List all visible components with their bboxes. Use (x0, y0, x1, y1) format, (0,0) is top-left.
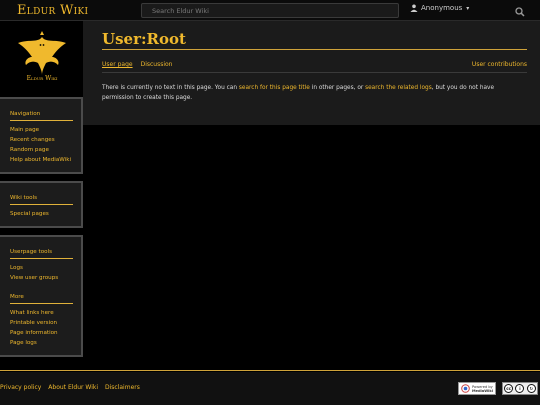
tab-discussion[interactable]: Discussion (141, 61, 173, 68)
cc-icon: cc (504, 384, 514, 393)
search-icon[interactable] (514, 6, 526, 18)
search-box (141, 3, 525, 18)
mw-badge-line2: MediaWiki (471, 388, 494, 393)
more-heading: More (10, 294, 73, 304)
sidebar-item-special-pages[interactable]: Special pages (10, 211, 49, 217)
sidebar-item-printable-version[interactable]: Printable version (10, 320, 57, 326)
mw-badge-line1: Powered by (471, 384, 493, 389)
tab-user-contributions[interactable]: User contributions (472, 61, 527, 68)
user-name: Anonymous (421, 4, 463, 12)
sidebar-item-page-logs[interactable]: Page logs (10, 340, 37, 346)
title-divider (102, 49, 527, 50)
sidebar-item-view-user-groups[interactable]: View user groups (10, 275, 58, 281)
cc-by-icon: i (515, 384, 525, 393)
tabs-divider (102, 72, 527, 73)
site-logo[interactable]: Eldur Wiki (14, 31, 70, 83)
sidebar-item-page-information[interactable]: Page information (10, 330, 58, 336)
user-icon (410, 4, 418, 12)
search-input[interactable] (142, 4, 376, 17)
sidebar-item-main-page[interactable]: Main page (10, 127, 39, 133)
sidebar-item-logs[interactable]: Logs (10, 265, 23, 271)
tab-user-page[interactable]: User page (102, 61, 133, 68)
notice-text-2: in other pages, or (309, 85, 366, 91)
sidebar-item-help[interactable]: Help about MediaWiki (10, 157, 71, 163)
sidebar-item-random-page[interactable]: Random page (10, 147, 49, 153)
user-menu[interactable]: Anonymous ▾ (410, 4, 469, 12)
privacy-policy-link[interactable]: Privacy policy (0, 384, 41, 391)
search-related-logs-link[interactable]: search the related logs (365, 85, 432, 91)
disclaimers-link[interactable]: Disclaimers (105, 384, 140, 391)
chevron-down-icon: ▾ (466, 4, 470, 12)
powered-by-mediawiki-badge[interactable]: Powered by MediaWiki (458, 382, 496, 395)
navigation-heading: Navigation (10, 111, 73, 121)
notice-text-1: There is currently no text in this page.… (102, 85, 239, 91)
sidebar-item-what-links-here[interactable]: What links here (10, 310, 54, 316)
footer-links: Privacy policy About Eldur Wiki Disclaim… (0, 384, 140, 391)
creative-commons-badge[interactable]: cc i ↻ (502, 382, 538, 395)
wiki-tools-panel: Wiki tools Special pages (0, 181, 83, 228)
footer: Privacy policy About Eldur Wiki Disclaim… (0, 372, 540, 405)
mediawiki-flower-icon (461, 384, 470, 393)
main-content: User:Root User page Discussion User cont… (83, 21, 540, 125)
footer-divider (0, 370, 540, 371)
top-bar: Eldur Wiki Anonymous ▾ (0, 0, 540, 21)
about-link[interactable]: About Eldur Wiki (48, 384, 98, 391)
wiki-tools-heading: Wiki tools (10, 195, 73, 205)
page-title: User:Root (102, 30, 186, 48)
search-page-title-link[interactable]: search for this page title (239, 85, 310, 91)
userpage-tools-heading: Userpage tools (10, 249, 73, 259)
site-brand-link[interactable]: Eldur Wiki (17, 3, 88, 18)
page-tabs: User page Discussion (102, 61, 173, 68)
navigation-panel: Navigation Main page Recent changes Rand… (0, 97, 83, 174)
cc-sa-icon: ↻ (526, 384, 536, 393)
logo-text: Eldur Wiki (26, 75, 58, 82)
sidebar-item-recent-changes[interactable]: Recent changes (10, 137, 55, 143)
userpage-tools-panel: Userpage tools Logs View user groups Mor… (0, 235, 83, 357)
no-text-notice: There is currently no text in this page.… (102, 84, 527, 103)
